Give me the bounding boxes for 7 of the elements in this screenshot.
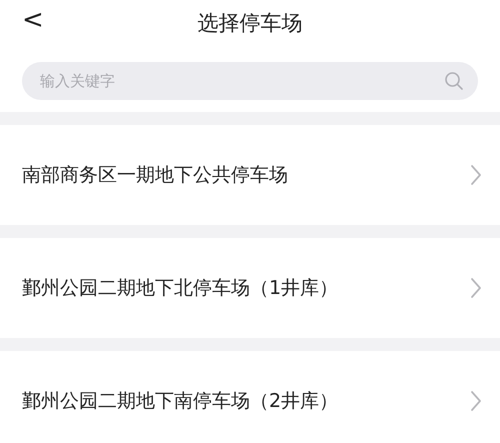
search-field[interactable]: 输入关键字 — [22, 62, 478, 100]
page-title: 选择停车场 — [198, 10, 302, 37]
search-icon — [444, 71, 464, 91]
back-button[interactable]: < — [16, 2, 50, 38]
chevron-right-icon — [470, 164, 482, 186]
chevron-right-icon — [470, 277, 482, 299]
chevron-right-icon — [470, 390, 482, 412]
